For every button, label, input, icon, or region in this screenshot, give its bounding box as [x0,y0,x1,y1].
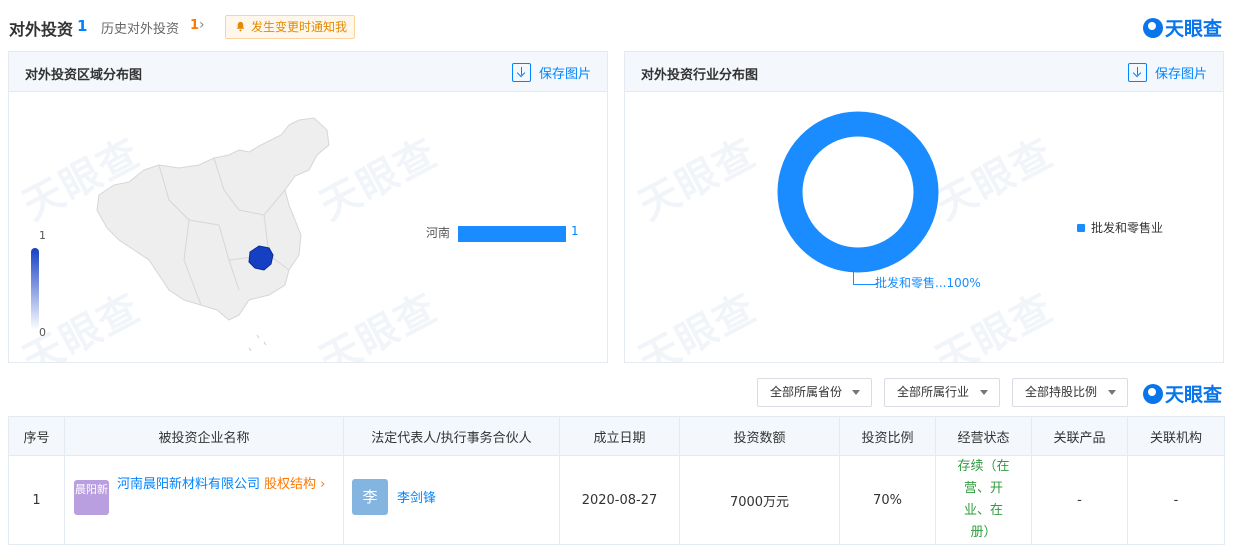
download-icon [511,63,531,82]
province-filter-dropdown[interactable]: 全部所属省份 [757,378,872,407]
donut-slice[interactable] [777,111,939,273]
section-count: 1 [77,17,88,35]
legend-label: 批发和零售业 [1091,221,1164,235]
status-cell: 存续（在营、开业、在册） [935,455,1032,545]
slice-label: 批发和零售...100% [875,276,981,290]
history-count[interactable]: 1 [190,18,199,33]
company-name-link[interactable]: 河南晨阳新材料有限公司 [117,474,265,495]
investment-amount: 7000万元 [679,455,840,545]
column-header: 成立日期 [559,416,680,456]
column-header: 法定代表人/执行事务合伙人 [343,416,560,456]
legal-rep-name-link[interactable]: 李剑锋 [397,487,436,506]
panel-title: 对外投资行业分布图 [641,68,759,83]
industry-donut-chart [777,111,939,273]
status-badge: 存续（在营、开业、在册） [957,459,1010,540]
bar-category-label: 河南 [426,226,451,240]
slice-label-leader-line [853,266,877,285]
column-header: 关联机构 [1127,416,1225,456]
china-map-outline [96,117,330,321]
table-header-row: 序号 被投资企业名称 法定代表人/执行事务合伙人 成立日期 投资数额 投资比例 … [8,416,1225,456]
brand-logo: 天眼查 [1143,380,1222,407]
brand-text: 天眼查 [1165,18,1223,40]
industry-filter-dropdown[interactable]: 全部所属行业 [884,378,1000,407]
column-header: 经营状态 [935,416,1032,456]
chevron-right-icon: › [320,477,326,492]
save-image-label: 保存图片 [1154,67,1207,82]
related-products: - [1031,455,1128,545]
table-row: 1 晨阳新 河南晨阳新材料有限公司 股权结构 › 李 李剑锋 2020-08-2… [8,455,1225,545]
column-header: 关联产品 [1031,416,1128,456]
panel-header: 对外投资区域分布图 保存图片 [9,52,607,92]
founded-date: 2020-08-27 [559,455,680,545]
visual-map-gradient[interactable] [31,248,39,330]
column-header: 被投资企业名称 [64,416,344,456]
china-map [96,117,330,352]
company-cell: 晨阳新 河南晨阳新材料有限公司 股权结构 › [64,455,344,545]
investment-table: 序号 被投资企业名称 法定代表人/执行事务合伙人 成立日期 投资数额 投资比例 … [8,416,1225,545]
section-header: 对外投资 1 历史对外投资 1 › 发生变更时通知我 天眼查 [0,0,1238,50]
save-image-label: 保存图片 [538,67,591,82]
watermark: 天眼查 [928,129,1062,230]
related-institutions: - [1127,455,1225,545]
region-distribution-panel: 对外投资区域分布图 保存图片 天眼查 天眼查 天眼查 天眼查 1 0 河南 1 [8,51,608,363]
industry-filter-label: 全部所属行业 [897,385,970,399]
south-china-sea-islands [248,334,267,352]
share-ratio-filter-dropdown[interactable]: 全部持股比例 [1012,378,1128,407]
download-icon [1127,63,1147,82]
caret-down-icon [852,390,860,395]
avatar[interactable]: 李 [352,479,388,515]
watermark: 天眼查 [631,284,765,363]
logo-icon [1143,383,1163,404]
equity-structure-link[interactable]: 股权结构 › [264,474,325,495]
save-image-button[interactable]: 保存图片 [511,63,591,82]
column-header: 投资数额 [679,416,840,456]
chevron-right-icon[interactable]: › [199,17,205,33]
bar-henan [458,226,566,242]
company-logo[interactable]: 晨阳新 [74,480,109,515]
equity-structure-label: 股权结构 [264,477,317,492]
caret-down-icon [1108,390,1116,395]
history-investment-link[interactable]: 历史对外投资 [101,18,179,37]
visual-map-min: 0 [39,326,46,339]
logo-icon [1143,17,1163,38]
panel-header: 对外投资行业分布图 保存图片 [625,52,1223,92]
watermark: 天眼查 [631,129,765,230]
panel-title: 对外投资区域分布图 [25,68,143,83]
chart-legend-item[interactable]: 批发和零售业 [1077,219,1163,236]
section-title: 对外投资 [9,20,74,39]
column-header: 投资比例 [839,416,936,456]
brand-logo: 天眼查 [1143,14,1222,41]
bell-icon [236,21,245,32]
brand-text: 天眼查 [1165,384,1223,406]
legend-swatch [1077,223,1085,232]
save-image-button[interactable]: 保存图片 [1127,63,1207,82]
industry-distribution-panel: 对外投资行业分布图 保存图片 天眼查 天眼查 天眼查 天眼查 批发和零售...1… [624,51,1224,363]
province-filter-label: 全部所属省份 [770,385,843,399]
legal-rep-cell: 李 李剑锋 [343,455,560,545]
caret-down-icon [980,390,988,395]
row-index: 1 [8,455,65,545]
share-ratio-filter-label: 全部持股比例 [1025,385,1098,399]
notify-label: 发生变更时通知我 [251,20,348,34]
investment-ratio: 70% [839,455,936,545]
notify-on-change-button[interactable]: 发生变更时通知我 [225,15,355,39]
column-header: 序号 [8,416,65,456]
visual-map-max: 1 [39,229,46,242]
bar-value-label: 1 [571,224,579,238]
